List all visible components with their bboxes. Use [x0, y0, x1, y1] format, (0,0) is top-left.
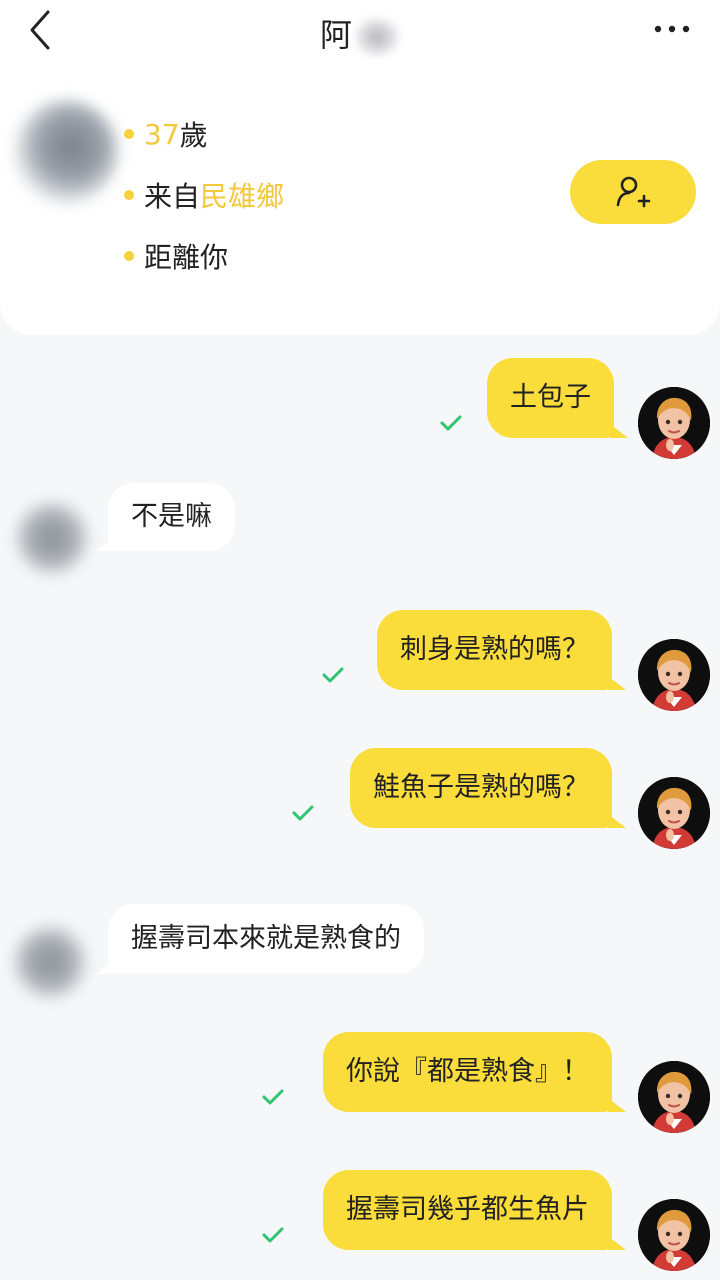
- add-friend-button[interactable]: [570, 160, 696, 224]
- distance-line: 距離你: [124, 236, 228, 276]
- memoji-avatar-icon: [638, 639, 710, 711]
- blurred-name: [354, 17, 400, 57]
- message-bubble-out[interactable]: 鮭魚子是熟的嗎？: [350, 748, 626, 828]
- age-value: 37: [144, 117, 180, 151]
- bullet-dot: [124, 190, 134, 200]
- message-bubble-out[interactable]: 你說『都是熟食』！: [323, 1032, 626, 1112]
- my-avatar[interactable]: [638, 1061, 710, 1133]
- read-check-icon: [322, 667, 344, 683]
- memoji-avatar-icon: [638, 1061, 710, 1133]
- memoji-avatar-icon: [638, 1199, 710, 1271]
- message-bubble-out[interactable]: 土包子: [487, 358, 628, 438]
- profile-avatar[interactable]: [14, 100, 118, 204]
- location-place: 民雄鄉: [200, 180, 285, 213]
- location-prefix: 来自: [144, 180, 201, 213]
- message-bubble-out[interactable]: 刺身是熟的嗎？: [377, 610, 626, 690]
- partner-avatar[interactable]: [12, 498, 92, 578]
- age-unit: 歲: [179, 119, 208, 152]
- my-avatar[interactable]: [638, 777, 710, 849]
- age-line: 37 歲: [124, 114, 208, 154]
- memoji-avatar-icon: [638, 777, 710, 849]
- location-line: 来自 民雄鄉: [124, 175, 284, 215]
- partner-avatar[interactable]: [10, 922, 90, 1002]
- read-check-icon: [292, 805, 314, 821]
- more-button[interactable]: [652, 14, 692, 44]
- message-bubble-in[interactable]: 不是嘛: [96, 483, 235, 551]
- chat-title-text: 阿: [319, 16, 352, 54]
- my-avatar[interactable]: [638, 1199, 710, 1271]
- memoji-avatar-icon: [638, 387, 710, 459]
- message-bubble-out[interactable]: 握壽司幾乎都生魚片: [323, 1170, 626, 1250]
- read-check-icon: [262, 1089, 284, 1105]
- bullet-dot: [124, 129, 134, 139]
- my-avatar[interactable]: [638, 639, 710, 711]
- profile-card: 37 歲 来自 民雄鄉 距離你: [0, 60, 720, 335]
- my-avatar[interactable]: [638, 387, 710, 459]
- chat-title: 阿: [320, 10, 400, 57]
- message-bubble-in[interactable]: 握壽司本來就是熟食的: [96, 904, 424, 974]
- read-check-icon: [262, 1227, 284, 1243]
- bullet-dot: [124, 251, 134, 261]
- add-friend-icon: [616, 176, 651, 208]
- more-horizontal-icon: [654, 25, 690, 33]
- read-check-icon: [440, 415, 462, 431]
- distance-label: 距離你: [144, 241, 229, 274]
